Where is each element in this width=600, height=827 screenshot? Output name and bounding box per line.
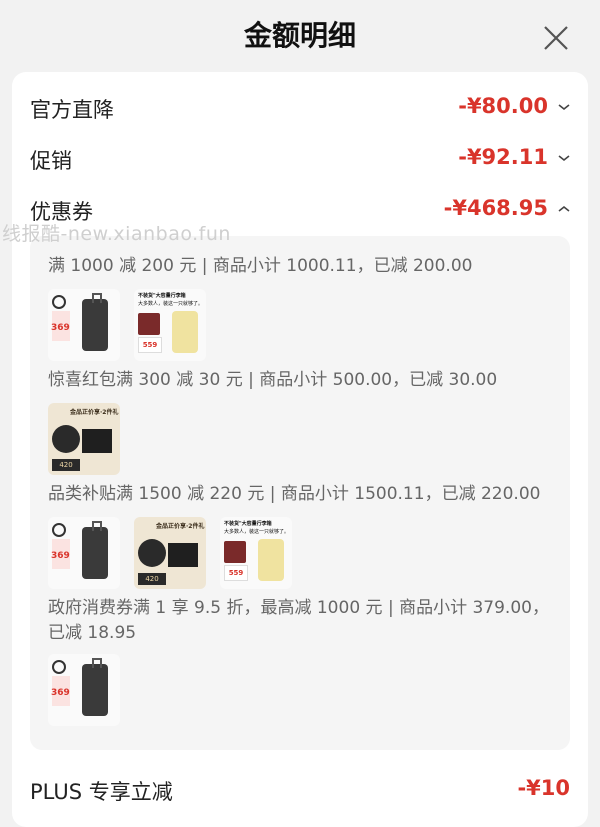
- row-amount: -¥468.95: [443, 196, 548, 220]
- header: 金额明细: [0, 0, 600, 72]
- coupon-details-panel: 满 1000 减 200 元 | 商品小计 1000.11，已减 200.00 …: [30, 236, 570, 750]
- row-amount: -¥92.11: [458, 145, 548, 169]
- coupon-line: 惊喜红包满 300 减 30 元 | 商品小计 500.00，已减 30.00: [48, 370, 498, 390]
- chevron-up-icon[interactable]: [558, 204, 570, 214]
- page-title: 金额明细: [243, 19, 356, 52]
- row-plus-discount: PLUS 专享立减 -¥10: [30, 772, 570, 812]
- luggage-black-thumb[interactable]: 369: [48, 517, 120, 589]
- coupon-line: 政府消费券满 1 享 9.5 折，最高减 1000 元 | 商品小计 379.0…: [48, 598, 549, 643]
- coupon-products: 369 不装货"大容量行李箱 大多数人，装这一只就够了。 559: [48, 289, 206, 361]
- coupon-products: 369 金品正价享·2件礼 420 不装货"大容量行李箱 大多数人，装这一只就够…: [48, 517, 292, 589]
- luggage-yellow-ad-thumb[interactable]: 不装货"大容量行李箱 大多数人，装这一只就够了。 559: [220, 517, 292, 589]
- chevron-down-icon[interactable]: [558, 102, 570, 112]
- coupon-line: 满 1000 减 200 元 | 商品小计 1000.11，已减 200.00: [48, 256, 473, 276]
- row-label: 官方直降: [30, 98, 114, 122]
- luggage-yellow-ad-thumb[interactable]: 不装货"大容量行李箱 大多数人，装这一只就够了。 559: [134, 289, 206, 361]
- luggage-black-thumb[interactable]: 369: [48, 289, 120, 361]
- coupon-products: 金品正价享·2件礼 420: [48, 403, 120, 475]
- close-icon[interactable]: [542, 24, 570, 52]
- watermark: 线报酷-new.xianbao.fun: [2, 223, 231, 245]
- row-official-discount[interactable]: 官方直降 -¥80.00: [30, 90, 570, 130]
- row-label: PLUS 专享立减: [30, 780, 173, 804]
- row-label: 促销: [30, 149, 72, 173]
- row-amount: -¥80.00: [458, 94, 548, 118]
- coupon-products: 369: [48, 654, 120, 726]
- cosmetic-gift-thumb[interactable]: 金品正价享·2件礼 420: [48, 403, 120, 475]
- row-promotion[interactable]: 促销 -¥92.11: [30, 141, 570, 181]
- chevron-down-icon[interactable]: [558, 153, 570, 163]
- cosmetic-gift-thumb[interactable]: 金品正价享·2件礼 420: [134, 517, 206, 589]
- luggage-black-thumb[interactable]: 369: [48, 654, 120, 726]
- row-amount: -¥10: [517, 776, 570, 800]
- coupon-line: 品类补贴满 1500 减 220 元 | 商品小计 1500.11，已减 220…: [48, 484, 541, 504]
